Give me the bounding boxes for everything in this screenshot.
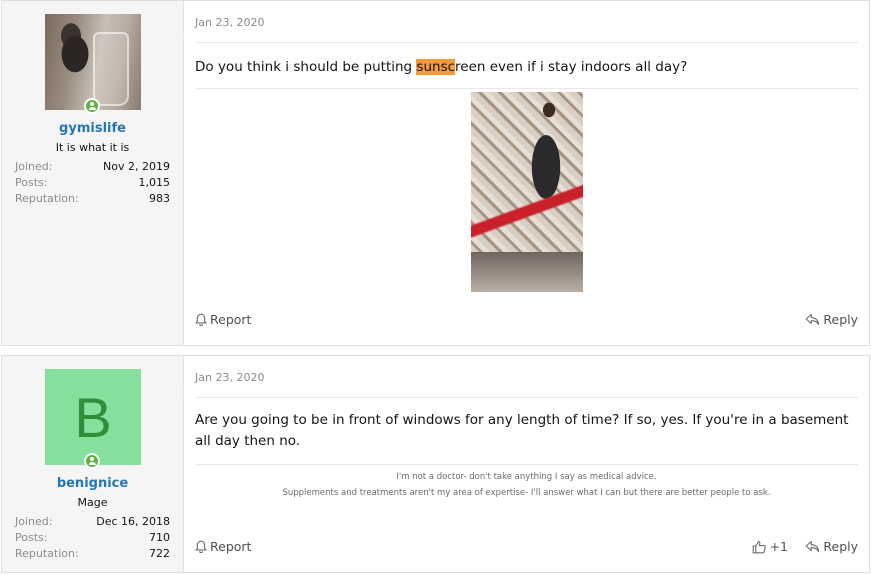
report-button[interactable]: Report [195,539,251,554]
post-main: Jan 23, 2020 Are you going to be in fron… [195,356,858,572]
stat-reputation: Reputation: 983 [15,192,170,205]
post-arrow [183,384,191,400]
signature-line: Supplements and treatments aren't my are… [282,488,771,498]
post-content: Are you going to be in front of windows … [195,412,849,449]
user-title: Mage [77,496,108,509]
reply-label: Reply [823,539,858,554]
stat-label: Joined: [15,515,53,528]
content-text: reen even if i stay indoors all day? [455,59,688,75]
stat-label: Reputation: [15,192,79,205]
reply-button[interactable]: Reply [805,539,858,554]
stat-posts: Posts: 1,015 [15,176,170,189]
username-link[interactable]: benignice [2,476,183,491]
stat-label: Reputation: [15,547,79,560]
like-icon [752,540,766,553]
divider [195,88,858,89]
post-date[interactable]: Jan 23, 2020 [195,371,264,384]
stat-value: 710 [149,531,170,544]
stat-joined: Joined: Dec 16, 2018 [15,515,170,528]
reply-button[interactable]: Reply [805,312,858,327]
post-image[interactable] [471,92,583,292]
stat-joined: Joined: Nov 2, 2019 [15,160,170,173]
reply-icon [806,313,820,326]
message-post: B benignice Mage Joined: Dec 16, 2018 Po… [1,355,870,573]
divider [195,464,858,465]
stat-value: 983 [149,192,170,205]
stat-value: Nov 2, 2019 [103,160,170,173]
search-highlight: sunsc [416,59,456,75]
report-label: Report [210,539,252,554]
report-button[interactable]: Report [195,312,251,327]
divider [195,397,858,398]
like-button[interactable]: +1 [752,539,788,554]
username-link[interactable]: gymislife [2,121,183,136]
stat-reputation: Reputation: 722 [15,547,170,560]
user-title: It is what it is [55,141,130,154]
report-icon [195,313,207,326]
divider [195,42,858,43]
message-post: gymislife It is what it is Joined: Nov 2… [1,0,870,346]
reply-icon [806,540,820,553]
signature-line: I'm not a doctor- don't take anything I … [396,472,657,482]
report-icon [195,540,207,553]
stat-label: Posts: [15,176,48,189]
post-date[interactable]: Jan 23, 2020 [195,16,264,29]
post-content: Do you think i should be putting sunscre… [195,57,858,78]
avatar[interactable] [45,14,141,110]
stat-label: Joined: [15,160,53,173]
user-info-panel: B benignice Mage Joined: Dec 16, 2018 Po… [2,356,184,572]
post-main: Jan 23, 2020 Do you think i should be pu… [195,1,858,345]
post-arrow [183,29,191,45]
stat-value: 722 [149,547,170,560]
online-status-icon [84,98,100,114]
report-label: Report [210,312,252,327]
avatar[interactable]: B [45,369,141,465]
stat-posts: Posts: 710 [15,531,170,544]
stat-value: 1,015 [138,176,171,189]
stat-label: Posts: [15,531,48,544]
like-count: +1 [769,539,788,554]
content-text: Do you think i should be putting [195,59,417,75]
stat-value: Dec 16, 2018 [96,515,170,528]
reply-label: Reply [823,312,858,327]
online-status-icon [84,453,100,469]
user-info-panel: gymislife It is what it is Joined: Nov 2… [2,1,184,345]
